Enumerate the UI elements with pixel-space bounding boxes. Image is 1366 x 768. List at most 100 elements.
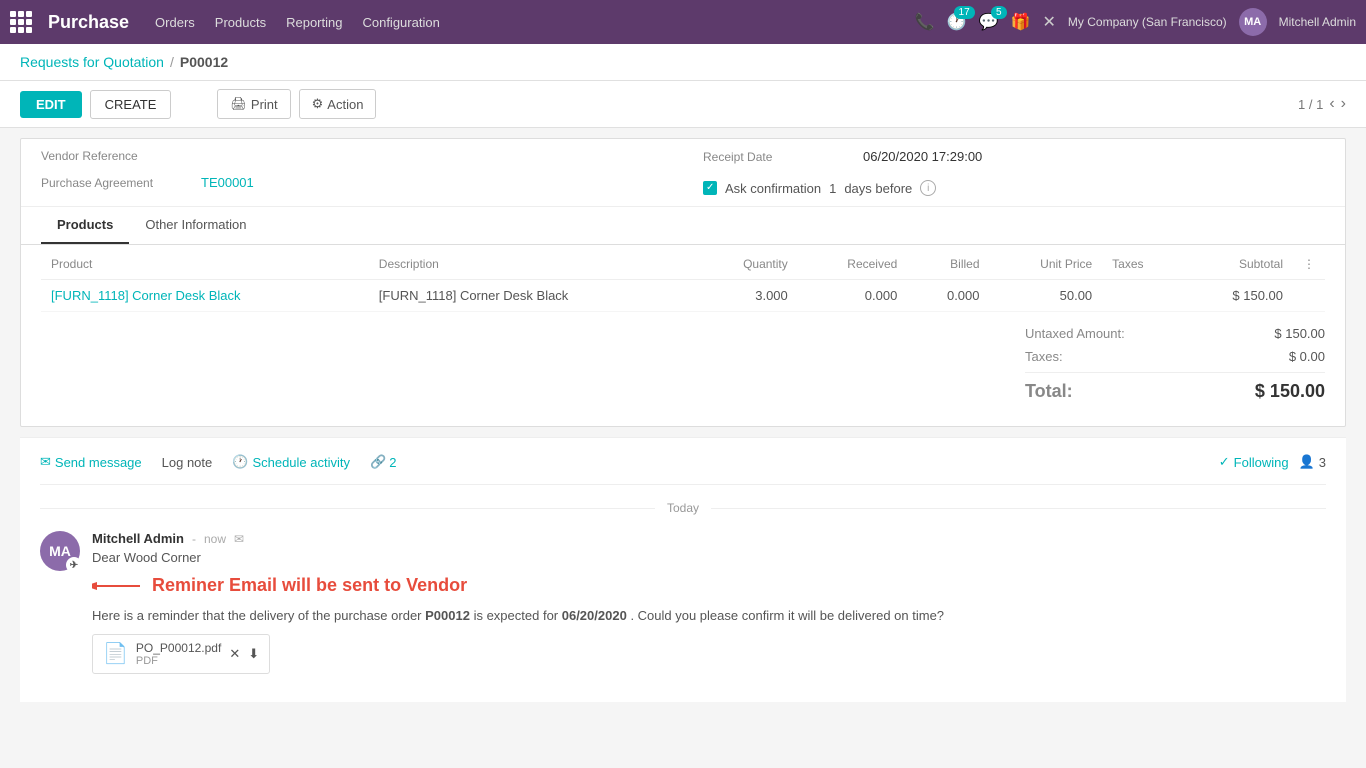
company-name[interactable]: My Company (San Francisco) (1068, 15, 1227, 29)
ask-confirmation-checkbox[interactable] (703, 181, 717, 195)
attachment-remove-button[interactable]: ✕ (229, 646, 240, 662)
header-row: Vendor Reference Purchase Agreement TE00… (41, 149, 1325, 196)
print-label: Print (251, 97, 278, 112)
body-mid: is expected for (474, 608, 562, 623)
chatter-actions: ✉ Send message Log note 🕐 Schedule activ… (40, 454, 1326, 485)
phone-icon[interactable]: 📞 (915, 12, 935, 32)
message-body: Here is a reminder that the delivery of … (92, 606, 1326, 626)
message-icon[interactable]: 💬 5 (979, 12, 999, 32)
cell-taxes (1102, 280, 1182, 312)
action-button[interactable]: ⚙ Action (299, 89, 377, 119)
activity-icon[interactable]: 🕐 17 (947, 12, 967, 32)
date-divider: Today (40, 501, 1326, 515)
tab-other-information[interactable]: Other Information (129, 207, 262, 244)
col-product: Product (41, 249, 369, 280)
message-header: Mitchell Admin - now ✉ (92, 531, 1326, 546)
app-brand: Purchase (48, 12, 129, 33)
checkmark-icon: ✓ (1219, 454, 1230, 470)
taxes-label: Taxes: (1025, 349, 1063, 364)
breadcrumb-parent[interactable]: Requests for Quotation (20, 54, 164, 70)
col-taxes: Taxes (1102, 249, 1182, 280)
gift-icon[interactable]: 🎁 (1011, 12, 1031, 32)
schedule-activity-label: Schedule activity (252, 455, 350, 470)
attachment-download-button[interactable]: ⬇ (248, 646, 259, 662)
expected-date: 06/20/2020 (562, 608, 627, 623)
create-button[interactable]: CREATE (90, 90, 172, 119)
schedule-activity-button[interactable]: 🕐 Schedule activity (232, 454, 350, 470)
gear-icon: ⚙ (312, 96, 324, 112)
print-icon: 🖨 (230, 96, 247, 112)
tab-products[interactable]: Products (41, 207, 129, 244)
receipt-date-row: Receipt Date 06/20/2020 17:29:00 (703, 149, 982, 164)
menu-configuration[interactable]: Configuration (362, 15, 439, 30)
purchase-agreement-label: Purchase Agreement (41, 176, 181, 190)
menu-orders[interactable]: Orders (155, 15, 195, 30)
cell-row-options (1293, 280, 1325, 312)
send-message-icon: ✉ (40, 454, 51, 470)
following-button[interactable]: ✓ Following (1219, 454, 1289, 470)
activity-badge: 17 (954, 6, 975, 19)
products-table-container: Product Description Quantity Received Bi… (21, 249, 1345, 312)
message-content: Mitchell Admin - now ✉ Dear Wood Corner (92, 531, 1326, 674)
col-quantity: Quantity (697, 249, 798, 280)
message-author: Mitchell Admin (92, 531, 184, 546)
clock-icon: 🕐 (232, 454, 248, 470)
followers-count: 👤 3 (1299, 454, 1326, 470)
products-table: Product Description Quantity Received Bi… (41, 249, 1325, 312)
link-count-value: 2 (389, 455, 396, 470)
total-value: $ 150.00 (1255, 381, 1325, 402)
message-badge: 5 (991, 6, 1007, 19)
pagination-text: 1 / 1 (1298, 97, 1323, 112)
cell-quantity: 3.000 (697, 280, 798, 312)
edit-button[interactable]: EDIT (20, 91, 82, 118)
total-label: Total: (1025, 381, 1073, 402)
annotation-container: Reminer Email will be sent to Vendor (92, 575, 1326, 596)
menu-products[interactable]: Products (215, 15, 266, 30)
order-number: P00012 (425, 608, 470, 623)
form-card: Vendor Reference Purchase Agreement TE00… (20, 138, 1346, 427)
cell-product: [FURN_1118] Corner Desk Black (41, 280, 369, 312)
cell-received: 0.000 (798, 280, 908, 312)
untaxed-amount-value: $ 150.00 (1274, 326, 1325, 341)
body-end: . Could you please confirm it will be de… (630, 608, 944, 623)
message-item: MA ✈ Mitchell Admin - now ✉ Dear Wood Co… (40, 531, 1326, 674)
person-icon: 👤 (1299, 454, 1315, 470)
receipt-date-label: Receipt Date (703, 150, 843, 164)
log-note-button[interactable]: Log note (162, 455, 213, 470)
user-avatar[interactable]: MA (1239, 8, 1267, 36)
link-count[interactable]: 🔗 2 (370, 454, 396, 470)
purchase-agreement-value[interactable]: TE00001 (201, 175, 254, 190)
topnav-menu: Orders Products Reporting Configuration (155, 15, 909, 30)
email-icon: ✉ (234, 532, 244, 546)
annotation-arrow (92, 571, 142, 601)
purchase-agreement-row: Purchase Agreement TE00001 (41, 175, 663, 190)
attachment-type: PDF (136, 655, 221, 667)
print-button[interactable]: 🖨 Print (217, 89, 290, 119)
form-header: Vendor Reference Purchase Agreement TE00… (21, 139, 1345, 207)
table-header: Product Description Quantity Received Bi… (41, 249, 1325, 280)
cell-subtotal: $ 150.00 (1183, 280, 1293, 312)
menu-reporting[interactable]: Reporting (286, 15, 342, 30)
tabs: Products Other Information (21, 207, 1345, 245)
ask-confirmation-days: 1 (829, 181, 836, 196)
grid-icon[interactable] (10, 11, 32, 33)
date-divider-text: Today (655, 501, 711, 515)
plane-icon: ✈ (66, 557, 82, 573)
body-start: Here is a reminder that the delivery of … (92, 608, 425, 623)
username-label: Mitchell Admin (1279, 15, 1356, 29)
table-row[interactable]: [FURN_1118] Corner Desk Black [FURN_1118… (41, 280, 1325, 312)
breadcrumb: Requests for Quotation / P00012 (0, 44, 1366, 81)
annotation-text: Reminer Email will be sent to Vendor (152, 575, 467, 596)
toolbar: EDIT CREATE 🖨 Print ⚙ Action 1 / 1 ‹ › (0, 81, 1366, 128)
close-icon[interactable]: ✕ (1043, 12, 1056, 32)
message-greeting: Dear Wood Corner (92, 550, 1326, 565)
next-page-button[interactable]: › (1341, 95, 1346, 113)
followers-count-value: 3 (1319, 455, 1326, 470)
info-icon[interactable]: i (920, 180, 936, 196)
link-icon: 🔗 (370, 454, 386, 470)
breadcrumb-separator: / (170, 54, 174, 70)
chatter: ✉ Send message Log note 🕐 Schedule activ… (20, 437, 1346, 702)
prev-page-button[interactable]: ‹ (1329, 95, 1334, 113)
action-label: Action (327, 97, 363, 112)
send-message-button[interactable]: ✉ Send message (40, 454, 142, 470)
